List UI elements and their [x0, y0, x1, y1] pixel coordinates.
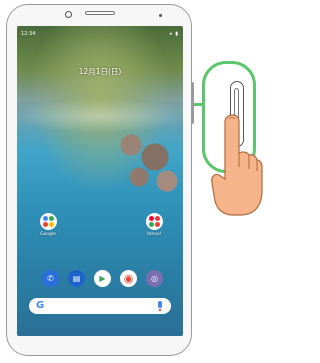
status-indicators: ◂ ▮ — [169, 31, 179, 37]
finger-press-icon — [211, 114, 263, 216]
status-bar: 12:34 ◂ ▮ — [21, 29, 179, 39]
phone-body: 12:34 ◂ ▮ 12月1日(日) Google Yahoo! ✆ ▤ ▶ ◉… — [6, 4, 192, 356]
mic-icon[interactable] — [158, 301, 162, 311]
phone-top-bezel — [7, 5, 191, 27]
folder-yahoo[interactable]: Yahoo! — [139, 213, 169, 237]
messages-icon[interactable]: ▤ — [68, 270, 85, 287]
phone-icon[interactable]: ✆ — [42, 270, 59, 287]
google-logo-icon: G — [36, 300, 45, 311]
folder-google[interactable]: Google — [33, 213, 63, 237]
status-time: 12:34 — [21, 31, 36, 37]
chrome-icon[interactable]: ◉ — [120, 270, 137, 287]
folder-label: Yahoo! — [146, 232, 162, 237]
camera-icon[interactable]: ◎ — [146, 270, 163, 287]
lock-date: 12月1日(日) — [78, 67, 122, 76]
google-search-bar[interactable]: G — [29, 298, 171, 314]
front-camera-icon — [65, 11, 72, 18]
wallpaper-rocks — [107, 121, 183, 201]
folder-label: Google — [40, 232, 56, 237]
folder-yahoo-icon — [145, 213, 163, 230]
earpiece-speaker — [85, 11, 115, 15]
app-dock: ✆ ▤ ▶ ◉ ◎ — [32, 270, 172, 288]
folder-google-icon — [39, 213, 57, 230]
home-screen: 12:34 ◂ ▮ 12月1日(日) Google Yahoo! ✆ ▤ ▶ ◉… — [17, 26, 183, 336]
proximity-sensor — [159, 14, 162, 17]
play-store-icon[interactable]: ▶ — [94, 270, 111, 287]
